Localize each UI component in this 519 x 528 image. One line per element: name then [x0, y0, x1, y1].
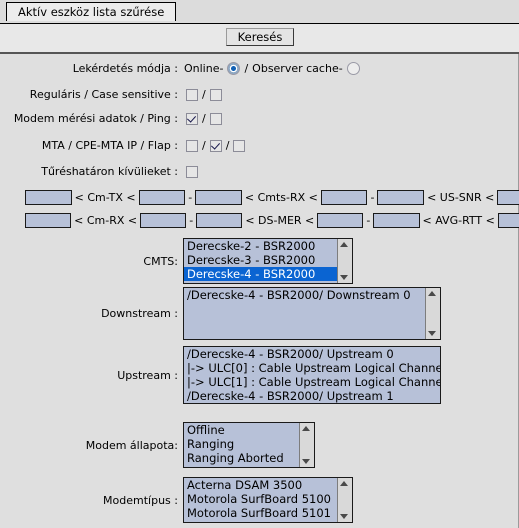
mta-separator-1: / — [202, 139, 206, 152]
range-1-dash-2: - — [370, 191, 375, 204]
checkbox-out-of-tolerance[interactable] — [186, 165, 198, 178]
row-tolerance: Tűréshatáron kívülieket : — [0, 165, 519, 178]
tab-active-device-list-filter[interactable]: Aktív eszköz lista szűrése — [6, 2, 177, 21]
list-item[interactable]: Derecske-4 - BSR2000 — [184, 267, 352, 281]
online-option-label: Online- — [184, 62, 224, 75]
range-2-dash-2: - — [366, 214, 371, 227]
query-mode-separator: / — [244, 62, 249, 75]
list-item[interactable]: |-> ULC[0] : Cable Upstream Logical Chan… — [184, 361, 440, 375]
list-item[interactable]: Derecske-2 - BSR2000 — [184, 239, 352, 253]
row-modem-type: Modemtípus : Acterna DSAM 3500 Motorola … — [0, 477, 519, 523]
input-cm-tx-max[interactable] — [138, 190, 186, 205]
tolerance-label: Tűréshatáron kívülieket : — [41, 165, 178, 178]
input-avg-rtt-max[interactable] — [497, 213, 519, 228]
input-cm-rx-max[interactable] — [140, 213, 187, 228]
list-item[interactable]: /Derecske-4 - BSR2000/ Upstream 1 — [184, 389, 440, 403]
filter-form-panel: Lekérdetés módja : Online- / Observer ca… — [0, 54, 519, 528]
modem-state-label: Modem állapota: — [85, 438, 178, 452]
list-item[interactable]: Ranging Aborted — [184, 451, 314, 465]
row-regular-case-sensitive: Reguláris / Case sensitive : / — [0, 88, 519, 101]
regular-case-separator: / — [202, 88, 206, 101]
list-item[interactable]: /Derecske-4 - BSR2000/ Upstream 0 — [184, 347, 440, 361]
list-item[interactable]: Acterna DSAM 3500 — [184, 478, 352, 492]
label-cm-rx: < Cm-RX < — [74, 214, 138, 227]
list-item[interactable]: Motorola SurfBoard 5100 — [184, 492, 352, 506]
radio-observer-cache[interactable] — [346, 62, 360, 75]
downstream-label: Downstream : — [101, 307, 178, 320]
scrollbar-downstream[interactable] — [425, 288, 440, 339]
checkbox-case-sensitive[interactable] — [209, 88, 222, 101]
row-modem-state: Modem állapota: Offline Ranging Ranging … — [0, 422, 519, 468]
checkbox-cpe-mta-ip[interactable] — [209, 139, 222, 152]
input-cm-tx-min[interactable] — [25, 190, 72, 205]
list-item[interactable]: Derecske-3 - BSR2000 — [184, 253, 352, 267]
row-downstream: Downstream : /Derecske-4 - BSR2000/ Down… — [0, 287, 519, 340]
listbox-cmts[interactable]: Derecske-2 - BSR2000 Derecske-3 - BSR200… — [183, 238, 353, 284]
input-us-snr-min[interactable] — [377, 190, 425, 205]
row-modem-data-ping: Modem mérési adatok / Ping : / — [0, 112, 519, 125]
search-button[interactable]: Keresés — [226, 28, 294, 46]
label-cm-tx: < Cm-TX < — [74, 191, 136, 204]
label-ds-mer: < DS-MER < — [245, 214, 315, 227]
mta-separator-2: / — [225, 139, 230, 152]
modem-ping-label: Modem mérési adatok / Ping : — [13, 112, 178, 125]
list-item[interactable]: Motorola SurfBoard 5101 — [184, 506, 352, 520]
modem-ping-separator: / — [202, 112, 206, 125]
input-us-snr-max[interactable] — [497, 190, 519, 205]
row-range-2: < Cm-RX < - < DS-MER < - < AVG-RTT < — [0, 213, 519, 228]
modem-type-label: Modemtípus : — [103, 493, 178, 507]
listbox-upstream[interactable]: /Derecske-4 - BSR2000/ Upstream 0 |-> UL… — [183, 346, 441, 404]
scroll-down-icon[interactable] — [340, 275, 348, 280]
list-item[interactable]: Ranging — [184, 437, 314, 451]
label-us-snr: < US-SNR < — [427, 191, 495, 204]
range-1-dash-1: - — [188, 191, 193, 204]
input-cmts-rx-max[interactable] — [320, 190, 368, 205]
label-cmts-rx: < Cmts-RX < — [244, 191, 318, 204]
list-item[interactable]: Offline — [184, 423, 314, 437]
input-ds-mer-max[interactable] — [317, 213, 364, 228]
input-ds-mer-min[interactable] — [196, 213, 243, 228]
checkbox-flap[interactable] — [233, 139, 246, 152]
checkbox-regular[interactable] — [186, 88, 198, 101]
scroll-down-icon[interactable] — [428, 331, 436, 336]
mta-flap-label: MTA / CPE-MTA IP / Flap : — [41, 139, 178, 152]
input-cmts-rx-min[interactable] — [195, 190, 242, 205]
search-button-label: Keresés — [237, 30, 283, 44]
scroll-up-icon[interactable] — [340, 481, 348, 486]
checkbox-modem-measurement-data[interactable] — [186, 112, 198, 125]
row-mta-cpe-flap: MTA / CPE-MTA IP / Flap : / / — [0, 139, 519, 152]
checkbox-mta[interactable] — [186, 139, 198, 152]
scroll-down-icon[interactable] — [302, 459, 310, 464]
checkbox-ping[interactable] — [209, 112, 222, 125]
scroll-up-icon[interactable] — [428, 291, 436, 296]
input-cm-rx-min[interactable] — [25, 213, 72, 228]
scrollbar-modem-state[interactable] — [299, 423, 314, 467]
observer-cache-option-label: Observer cache- — [252, 62, 343, 75]
scroll-up-icon[interactable] — [340, 242, 348, 247]
list-item[interactable]: |-> ULC[1] : Cable Upstream Logical Chan… — [184, 375, 440, 389]
listbox-modem-type[interactable]: Acterna DSAM 3500 Motorola SurfBoard 510… — [183, 477, 353, 523]
tab-strip: Aktív eszköz lista szűrése — [0, 0, 519, 23]
row-upstream: Upstream : /Derecske-4 - BSR2000/ Upstre… — [0, 346, 519, 404]
row-cmts: CMTS: Derecske-2 - BSR2000 Derecske-3 - … — [0, 238, 519, 284]
cmts-label: CMTS: — [143, 254, 178, 268]
input-avg-rtt-min[interactable] — [373, 213, 420, 228]
range-2-dash-1: - — [189, 214, 194, 227]
row-range-1: < Cm-TX < - < Cmts-RX < - < US-SNR < — [0, 190, 519, 205]
scrollbar-cmts[interactable] — [337, 239, 352, 283]
toolbar: Keresés — [0, 23, 519, 54]
label-avg-rtt: < AVG-RTT < — [422, 214, 495, 227]
tab-label: Aktív eszköz lista szűrése — [18, 5, 165, 19]
scroll-up-icon[interactable] — [302, 426, 310, 431]
list-item[interactable]: /Derecske-4 - BSR2000/ Downstream 0 — [184, 288, 440, 302]
row-query-mode: Lekérdetés módja : Online- / Observer ca… — [0, 62, 519, 75]
radio-online[interactable] — [227, 62, 241, 75]
query-mode-label: Lekérdetés módja : — [72, 62, 178, 75]
listbox-downstream[interactable]: /Derecske-4 - BSR2000/ Downstream 0 — [183, 287, 441, 340]
regular-case-label: Reguláris / Case sensitive : — [29, 88, 178, 101]
scrollbar-modem-type[interactable] — [337, 478, 352, 522]
upstream-label: Upstream : — [117, 368, 178, 382]
scroll-down-icon[interactable] — [340, 514, 348, 519]
listbox-modem-state[interactable]: Offline Ranging Ranging Aborted — [183, 422, 315, 468]
